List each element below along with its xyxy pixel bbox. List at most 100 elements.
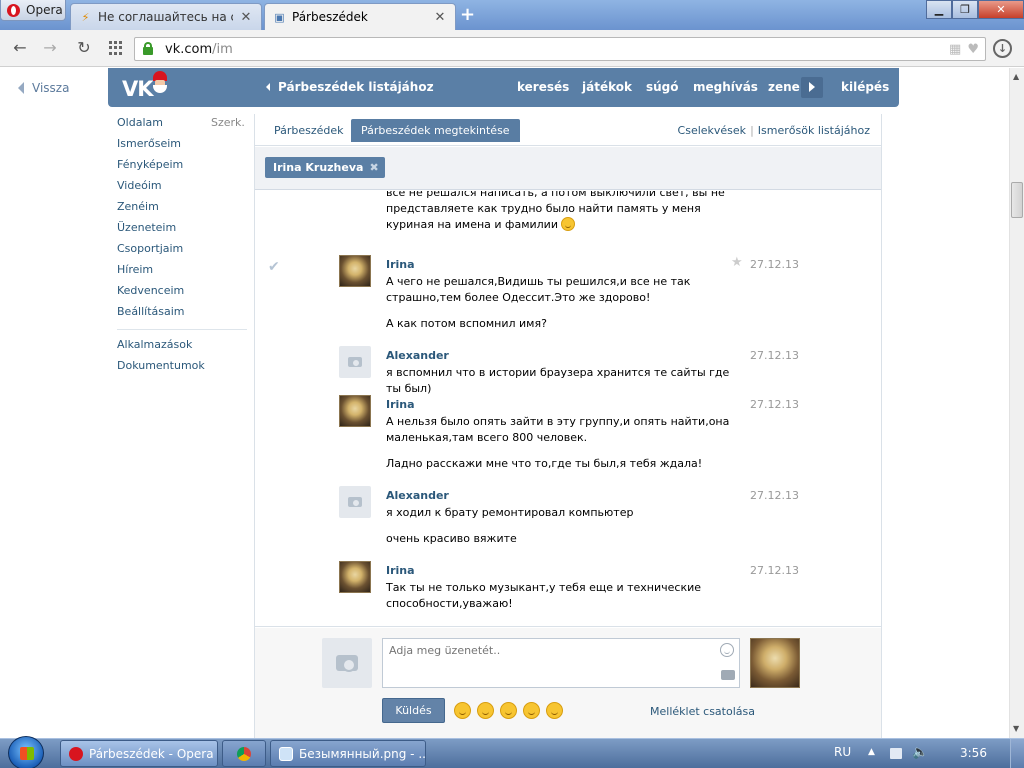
message-date[interactable]: 27.12.13 — [750, 349, 799, 362]
header-link-help[interactable]: súgó — [646, 80, 679, 94]
grin-emoji-icon[interactable] — [523, 702, 540, 719]
taskbar-item-chrome[interactable] — [222, 740, 266, 767]
message-history[interactable]: всё не решался написать, а потом выключи… — [255, 191, 881, 627]
star-icon[interactable]: ★ — [731, 255, 743, 270]
message-date[interactable]: 27.12.13 — [750, 489, 799, 502]
forward-arrow-icon[interactable]: → — [40, 38, 60, 58]
window-controls: ▁ ❐ ✕ — [926, 0, 1024, 19]
nav-item-messages[interactable]: Üzeneteim — [117, 221, 247, 242]
camera-avatar-icon[interactable] — [339, 346, 371, 378]
nav-item-settings[interactable]: Beállításaim — [117, 305, 247, 326]
header-link-music[interactable]: zene — [768, 80, 800, 94]
message-date[interactable]: 27.12.13 — [750, 398, 799, 411]
close-tab-icon[interactable]: ✕ — [433, 10, 447, 25]
avatar[interactable] — [339, 561, 371, 593]
nav-item-photos[interactable]: Fényképeim — [117, 158, 247, 179]
stash-grid-icon[interactable]: ▦ — [949, 42, 961, 57]
nav-item-music[interactable]: Zenéim — [117, 200, 247, 221]
start-button[interactable] — [8, 736, 44, 768]
blush-emoji-icon[interactable] — [477, 702, 494, 719]
url-text[interactable]: vk.com/im — [165, 42, 233, 57]
show-desktop-button[interactable] — [1010, 739, 1024, 768]
my-camera-avatar-icon[interactable] — [322, 638, 372, 688]
lightning-icon: ⚡ — [81, 10, 90, 24]
actions-link[interactable]: Cselekvések — [678, 124, 747, 137]
tab-title: Párbeszédek — [292, 10, 368, 24]
message-author[interactable]: Alexander — [386, 349, 449, 362]
message-author[interactable]: Irina — [386, 258, 415, 271]
address-bar[interactable]: vk.com/im ▦ ♥ — [134, 37, 986, 61]
close-tab-icon[interactable]: ✕ — [239, 10, 253, 25]
smile-emoji-icon[interactable] — [500, 702, 517, 719]
reload-icon[interactable]: ↻ — [74, 38, 94, 58]
back-link[interactable]: Vissza — [18, 81, 69, 95]
speed-dial-grid-icon[interactable] — [109, 41, 123, 55]
language-indicator[interactable]: RU — [834, 745, 851, 759]
message-date[interactable]: 27.12.13 — [750, 564, 799, 577]
camera-avatar-icon[interactable] — [339, 486, 371, 518]
nav-item-groups[interactable]: Csoportjaim — [117, 242, 247, 263]
peer-bar: Irina Kruzheva ✖ — [255, 147, 881, 190]
taskbar-item-opera[interactable]: Párbeszédek - Opera — [60, 740, 218, 767]
download-icon[interactable]: ↓ — [993, 39, 1012, 58]
nav-item-favorites[interactable]: Kedvenceim — [117, 284, 247, 305]
message-author[interactable]: Alexander — [386, 489, 449, 502]
back-arrow-icon[interactable]: ← — [10, 38, 30, 58]
nav-item-documents[interactable]: Dokumentumok — [117, 359, 247, 380]
new-tab-icon[interactable]: + — [460, 6, 475, 24]
check-icon[interactable]: ✔ — [268, 259, 280, 275]
wink-emoji-icon[interactable] — [454, 702, 471, 719]
edit-link[interactable]: Szerk. — [211, 116, 245, 130]
header-link-logout[interactable]: kilépés — [841, 80, 889, 94]
nav-item-friends[interactable]: Ismerőseim — [117, 137, 247, 158]
peer-name: Irina Kruzheva — [273, 161, 364, 174]
scroll-down-icon[interactable]: ▼ — [1013, 724, 1019, 733]
emoji-picker-icon[interactable] — [720, 643, 734, 657]
tab-dialogs[interactable]: Párbeszédek — [264, 119, 354, 142]
scroll-thumb[interactable] — [1011, 182, 1023, 218]
scroll-up-icon[interactable]: ▲ — [1013, 72, 1019, 81]
remove-peer-icon[interactable]: ✖ — [369, 157, 378, 178]
avatar[interactable] — [339, 255, 371, 287]
maximize-icon[interactable]: ❐ — [952, 0, 978, 19]
back-to-dialogs-link[interactable]: Párbeszédek listájához — [266, 80, 434, 94]
opera-menu-button[interactable]: Opera — [0, 0, 66, 21]
message-author[interactable]: Irina — [386, 398, 415, 411]
nav-item-apps[interactable]: Alkalmazások — [117, 338, 247, 359]
back-link-label: Vissza — [32, 81, 70, 95]
nav-divider — [117, 329, 247, 330]
friends-list-link[interactable]: Ismerősök listájához — [758, 124, 870, 137]
message-date[interactable]: 27.12.13 — [750, 258, 799, 271]
speaker-icon[interactable]: 🔈 — [912, 745, 928, 760]
avatar[interactable] — [339, 395, 371, 427]
message-author[interactable]: Irina — [386, 564, 415, 577]
nav-item-news[interactable]: Híreim — [117, 263, 247, 284]
vk-logo[interactable]: VK — [122, 77, 154, 101]
network-icon[interactable] — [890, 748, 902, 759]
nav-item-my-page[interactable]: Oldalam Szerk. — [117, 116, 247, 137]
header-link-games[interactable]: játékok — [582, 80, 632, 94]
send-button[interactable]: Küldés — [382, 698, 445, 723]
browser-tab-2[interactable]: ▣ Párbeszédek ✕ — [264, 3, 456, 30]
header-link-search[interactable]: keresés — [517, 80, 569, 94]
music-play-icon[interactable] — [801, 77, 823, 98]
tab-view-dialog[interactable]: Párbeszédek megtekintése — [351, 119, 520, 142]
minimize-icon[interactable]: ▁ — [926, 0, 952, 19]
message-input[interactable] — [382, 638, 740, 688]
message-composer: Küldés Melléklet csatolása — [255, 628, 881, 738]
page-scrollbar[interactable]: ▲ ▼ — [1009, 68, 1024, 738]
tray-expand-icon[interactable]: ▲ — [868, 747, 880, 758]
header-link-invite[interactable]: meghívás — [693, 80, 758, 94]
heart-icon[interactable]: ♥ — [967, 42, 979, 57]
attach-photo-icon[interactable] — [721, 670, 735, 680]
laugh-emoji-icon[interactable] — [546, 702, 563, 719]
close-icon[interactable]: ✕ — [978, 0, 1024, 19]
screen: Opera ⚡ Не соглашайтесь на секс ✕ ▣ Párb… — [0, 0, 1024, 768]
peer-avatar[interactable] — [750, 638, 800, 688]
browser-tab-1[interactable]: ⚡ Не соглашайтесь на секс ✕ — [70, 3, 262, 30]
peer-chip[interactable]: Irina Kruzheva ✖ — [265, 157, 385, 178]
nav-item-videos[interactable]: Videóim — [117, 179, 247, 200]
attach-link[interactable]: Melléklet csatolása — [650, 705, 755, 718]
clock[interactable]: 3:56 — [960, 746, 987, 760]
taskbar-item-paint[interactable]: Безымянный.png - ... — [270, 740, 426, 767]
